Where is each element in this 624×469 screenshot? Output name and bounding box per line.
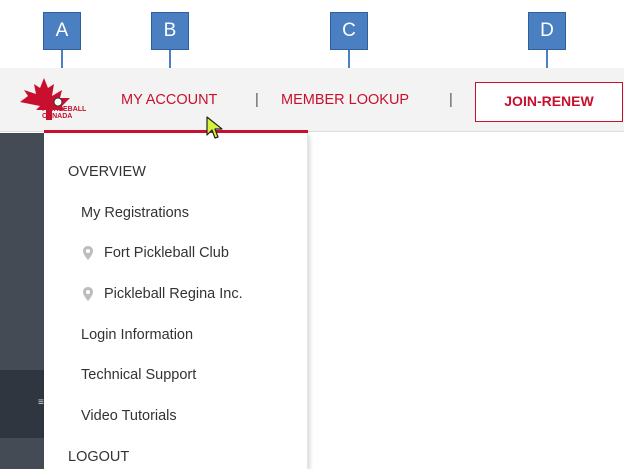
nav-my-account[interactable]: MY ACCOUNT [121, 92, 217, 108]
callout-c: C [330, 12, 368, 50]
pickleball-canada-logo[interactable]: PICKLEBALL CANADA [14, 76, 98, 126]
menu-club-pickleball-regina[interactable]: Pickleball Regina Inc. [82, 286, 243, 302]
join-renew-button[interactable]: JOIN-RENEW [475, 82, 623, 122]
callout-d: D [528, 12, 566, 50]
menu-video-tutorials[interactable]: Video Tutorials [81, 408, 177, 424]
nav-separator: | [449, 92, 453, 108]
logo-text-line1: PICKLEBALL [42, 106, 87, 113]
nav-separator: | [255, 92, 259, 108]
menu-club-label: Pickleball Regina Inc. [104, 286, 243, 302]
menu-login-information[interactable]: Login Information [81, 327, 193, 343]
menu-overview[interactable]: OVERVIEW [68, 164, 146, 180]
menu-club-label: Fort Pickleball Club [104, 245, 229, 261]
menu-logout[interactable]: LOGOUT [68, 449, 129, 465]
menu-club-fort-pickleball[interactable]: Fort Pickleball Club [82, 245, 229, 261]
my-account-dropdown: OVERVIEW My Registrations Fort Picklebal… [44, 133, 308, 469]
map-pin-icon [83, 287, 93, 302]
map-pin-icon [83, 246, 93, 261]
logo-text-line2: CANADA [42, 113, 73, 120]
active-menu-underline [44, 130, 308, 133]
top-nav-bar: PICKLEBALL CANADA MY ACCOUNT | MEMBER LO… [0, 68, 624, 132]
sidebar-menu-icon: ≡ [38, 397, 44, 408]
nav-member-lookup[interactable]: MEMBER LOOKUP [281, 92, 409, 108]
mouse-cursor-icon [206, 116, 223, 139]
menu-technical-support[interactable]: Technical Support [81, 367, 196, 383]
callout-a: A [43, 12, 81, 50]
logo-text: PICKLEBALL CANADA [42, 106, 86, 120]
menu-my-registrations[interactable]: My Registrations [81, 205, 189, 221]
callout-b: B [151, 12, 189, 50]
